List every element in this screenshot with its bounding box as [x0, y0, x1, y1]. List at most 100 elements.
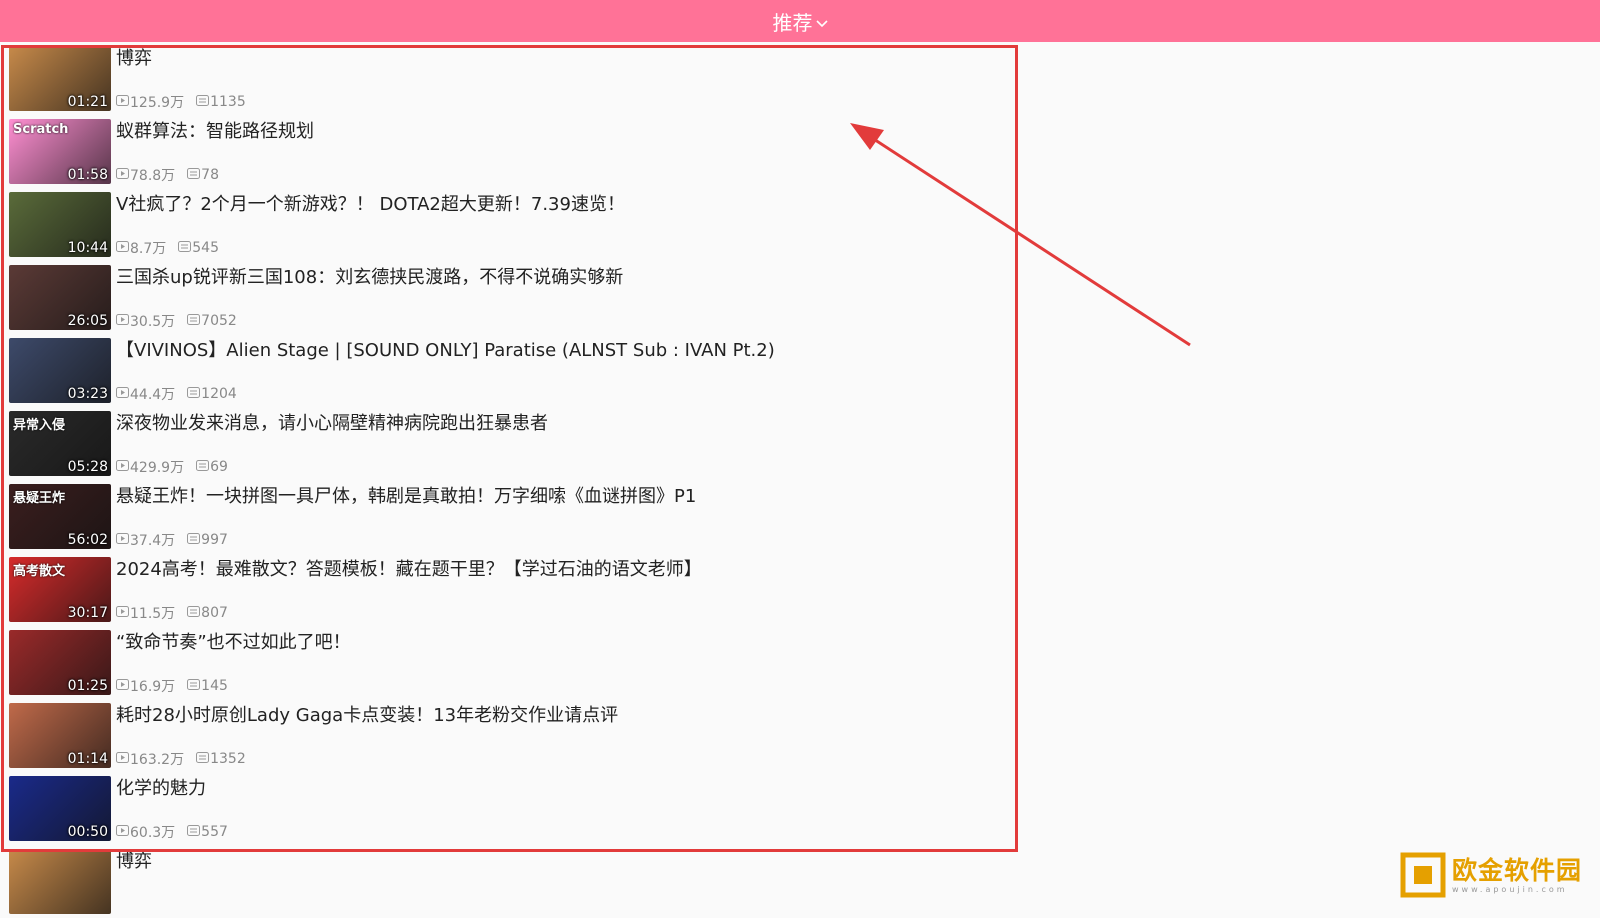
- comment-count: 7052: [201, 313, 237, 329]
- view-count: 125.9万: [130, 95, 185, 111]
- video-title[interactable]: “致命节奏”也不过如此了吧！: [116, 628, 351, 654]
- video-title[interactable]: 三国杀up锐评新三国108：刘玄德挟民渡路，不得不说确实够新: [116, 263, 623, 289]
- comment-count: 997: [201, 532, 228, 548]
- video-thumbnail[interactable]: 00:50: [9, 776, 111, 841]
- video-title[interactable]: 悬疑王炸！一块拼图一具尸体，韩剧是真敢拍！万字细嗦《血谜拼图》P1: [116, 482, 696, 508]
- video-thumbnail[interactable]: 26:05: [9, 265, 111, 330]
- comment-count-icon: [187, 167, 201, 183]
- video-item[interactable]: 03:23 【VIVINOS】Alien Stage | [SOUND ONLY]…: [0, 334, 1020, 407]
- video-meta: 37.4万 997: [116, 530, 228, 550]
- video-title[interactable]: 博弈: [116, 847, 152, 873]
- video-title[interactable]: 2024高考！最难散文？答题模板！藏在题干里？【学过石油的语文老师】: [116, 555, 702, 581]
- video-item[interactable]: 01:25 “致命节奏”也不过如此了吧！ 16.9万 145: [0, 626, 1020, 699]
- view-count: 60.3万: [130, 825, 176, 841]
- comment-count: 145: [201, 678, 228, 694]
- video-title[interactable]: V社疯了？2个月一个新游戏？！ DOTA2超大更新！7.39速览！: [116, 190, 625, 216]
- video-title[interactable]: 化学的魅力: [116, 774, 206, 800]
- comment-count: 1135: [210, 94, 246, 110]
- video-title[interactable]: 博弈: [116, 44, 152, 70]
- comment-count-icon: [187, 605, 201, 621]
- video-title[interactable]: 耗时28小时原创Lady Gaga卡点变装！13年老粉交作业请点评: [116, 701, 618, 727]
- video-thumbnail[interactable]: 03:23: [9, 338, 111, 403]
- play-count-icon: [116, 386, 129, 402]
- comment-count-icon: [187, 532, 201, 548]
- view-count: 8.7万: [130, 241, 167, 257]
- comment-count-icon: [196, 751, 210, 767]
- comment-count-icon: [187, 678, 201, 694]
- video-item[interactable]: 10:44 V社疯了？2个月一个新游戏？！ DOTA2超大更新！7.39速览！ 8.…: [0, 188, 1020, 261]
- play-count-icon: [116, 313, 129, 329]
- video-thumbnail[interactable]: 01:21: [9, 46, 111, 111]
- play-count-icon: [116, 751, 129, 767]
- view-count: 163.2万: [130, 752, 185, 768]
- play-count-icon: [116, 824, 129, 840]
- video-item[interactable]: 高考散文 30:17 2024高考！最难散文？答题模板！藏在题干里？【学过石油的语文…: [0, 553, 1020, 626]
- video-duration: 01:21: [67, 94, 108, 110]
- video-meta: 8.7万 545: [116, 238, 219, 258]
- video-thumbnail[interactable]: 01:14: [9, 703, 111, 768]
- video-duration: 01:58: [67, 167, 108, 183]
- video-item[interactable]: Scratch 01:58 蚁群算法：智能路径规划 78.8万 78: [0, 115, 1020, 188]
- comment-count: 1204: [201, 386, 237, 402]
- video-meta: 16.9万 145: [116, 676, 228, 696]
- view-count: 30.5万: [130, 314, 176, 330]
- video-duration: 26:05: [67, 313, 108, 329]
- comment-count: 545: [192, 240, 219, 256]
- video-thumbnail[interactable]: Scratch 01:58: [9, 119, 111, 184]
- video-meta: 44.4万 1204: [116, 384, 237, 404]
- comment-count: 807: [201, 605, 228, 621]
- play-count-icon: [116, 678, 129, 694]
- comment-count-icon: [196, 459, 210, 475]
- comment-count-icon: [196, 94, 210, 110]
- play-count-icon: [116, 167, 129, 183]
- video-title[interactable]: 【VIVINOS】Alien Stage | [SOUND ONLY] Para…: [116, 336, 775, 362]
- category-title[interactable]: 推荐: [773, 7, 813, 36]
- video-title[interactable]: 蚁群算法：智能路径规划: [116, 117, 314, 143]
- video-meta: 163.2万 1352: [116, 749, 246, 769]
- video-item[interactable]: 博弈: [0, 845, 1020, 918]
- video-meta: 429.9万 69: [116, 457, 228, 477]
- view-count: 78.8万: [130, 168, 176, 184]
- video-duration: 01:25: [67, 678, 108, 694]
- video-meta: 125.9万 1135: [116, 92, 246, 112]
- video-title[interactable]: 深夜物业发来消息，请小心隔壁精神病院跑出狂暴患者: [116, 409, 548, 435]
- comment-count: 1352: [210, 751, 246, 767]
- video-item[interactable]: 01:21 博弈 125.9万 1135: [0, 42, 1020, 115]
- view-count: 37.4万: [130, 533, 176, 549]
- video-thumbnail[interactable]: 高考散文 30:17: [9, 557, 111, 622]
- video-thumbnail[interactable]: 异常入侵 05:28: [9, 411, 111, 476]
- video-item[interactable]: 00:50 化学的魅力 60.3万 557: [0, 772, 1020, 845]
- comment-count-icon: [187, 824, 201, 840]
- comment-count-icon: [187, 386, 201, 402]
- view-count: 429.9万: [130, 460, 185, 476]
- video-thumbnail[interactable]: 悬疑王炸 56:02: [9, 484, 111, 549]
- chevron-down-icon[interactable]: [815, 10, 828, 34]
- view-count: 11.5万: [130, 606, 176, 622]
- watermark-url: www.apoujin.com: [1452, 884, 1568, 894]
- video-duration: 30:17: [67, 605, 108, 621]
- video-thumbnail[interactable]: [9, 849, 111, 914]
- video-item[interactable]: 01:14 耗时28小时原创Lady Gaga卡点变装！13年老粉交作业请点评 16…: [0, 699, 1020, 772]
- video-item[interactable]: 异常入侵 05:28 深夜物业发来消息，请小心隔壁精神病院跑出狂暴患者 429.9万 6…: [0, 407, 1020, 480]
- video-meta: 11.5万 807: [116, 603, 228, 623]
- play-count-icon: [116, 240, 129, 256]
- comment-count: 557: [201, 824, 228, 840]
- video-duration: 01:14: [67, 751, 108, 767]
- play-count-icon: [116, 459, 129, 475]
- video-item[interactable]: 26:05 三国杀up锐评新三国108：刘玄德挟民渡路，不得不说确实够新 30.5万…: [0, 261, 1020, 334]
- thumbnail-text: Scratch: [13, 122, 69, 137]
- thumbnail-text: 异常入侵: [13, 418, 66, 433]
- video-thumbnail[interactable]: 10:44: [9, 192, 111, 257]
- comment-count-icon: [187, 313, 201, 329]
- video-meta: 60.3万 557: [116, 822, 228, 842]
- comment-count: 78: [201, 167, 219, 183]
- video-thumbnail[interactable]: 01:25: [9, 630, 111, 695]
- video-item[interactable]: 悬疑王炸 56:02 悬疑王炸！一块拼图一具尸体，韩剧是真敢拍！万字细嗦《血谜拼图》…: [0, 480, 1020, 553]
- watermark-name: 欧金软件园: [1452, 855, 1583, 885]
- play-count-icon: [116, 94, 129, 110]
- play-count-icon: [116, 532, 129, 548]
- thumbnail-text: 高考散文: [13, 564, 66, 579]
- view-count: 16.9万: [130, 679, 176, 695]
- play-count-icon: [116, 605, 129, 621]
- watermark-logo-icon: [1400, 852, 1446, 898]
